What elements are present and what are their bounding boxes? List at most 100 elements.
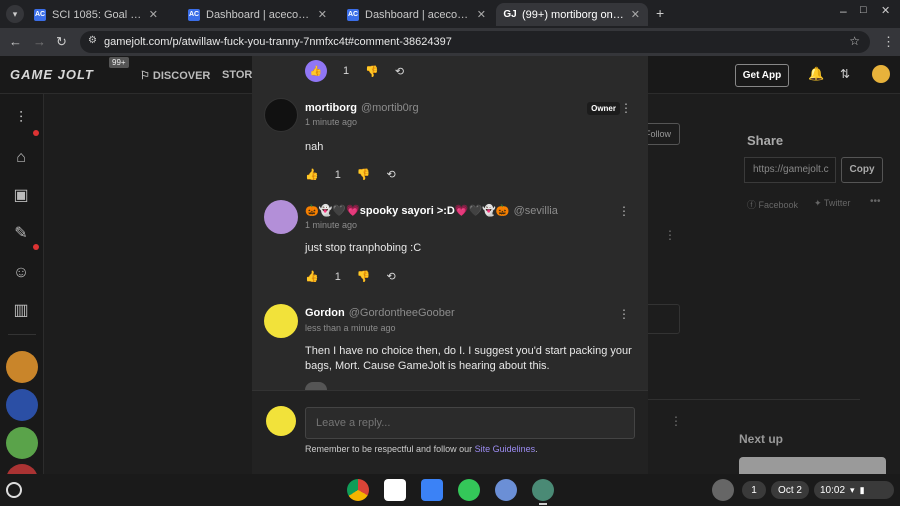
close-window-icon[interactable]: ✕ — [881, 4, 890, 17]
new-tab-icon[interactable]: + — [656, 5, 664, 21]
comment-author[interactable]: 🎃👻🖤💗spooky sayori >:D💗🖤👻🎃 @sevillia — [305, 204, 558, 217]
browser-tab[interactable]: AC SCI 1085: Goal Page | aceconn ✕ — [26, 3, 166, 26]
quests-icon[interactable]: ✎ — [10, 223, 32, 245]
tab-title: SCI 1085: Goal Page | aceconn — [52, 8, 143, 21]
reply-composer: Remember to be respectful and follow our… — [252, 390, 648, 474]
like-icon[interactable]: 👍 — [305, 270, 319, 283]
post-menu-icon[interactable]: ⋮ — [670, 414, 682, 428]
forward-icon[interactable]: → — [33, 35, 46, 49]
like-count: 1 — [343, 65, 350, 77]
left-sidebar: ⫶ ⌂ ▣ ✎ ☺ ▥ — [0, 94, 44, 496]
launcher-icon[interactable] — [6, 482, 22, 498]
like-count: 1 — [334, 270, 341, 283]
post-menu-icon[interactable]: ⋮ — [664, 228, 676, 242]
close-tab-icon[interactable]: ✕ — [149, 8, 158, 21]
user-avatar[interactable] — [872, 65, 890, 83]
author-name: mortiborg — [305, 102, 357, 114]
date-display[interactable]: Oct 2 — [771, 481, 809, 499]
reply-icon[interactable]: ⟲ — [395, 65, 404, 78]
comment-item: Gordon @GordontheeGoober ⋮ less than a mi… — [252, 303, 648, 393]
close-tab-icon[interactable]: ✕ — [318, 8, 327, 21]
messenger-icon[interactable] — [458, 479, 480, 501]
terminal-icon[interactable] — [532, 479, 554, 501]
comment-text: nah — [305, 141, 324, 153]
minimize-icon[interactable]: – — [840, 4, 847, 18]
reply-input[interactable] — [305, 407, 635, 439]
address-bar[interactable]: ⚙ gamejolt.com/p/atwillaw-fuck-you-trann… — [80, 31, 870, 53]
maximize-icon[interactable]: □ — [860, 4, 867, 16]
browser-tab[interactable]: AC Dashboard | aceconnect ✕ — [180, 3, 335, 26]
like-icon[interactable]: 👍 — [305, 168, 319, 181]
site-info-icon[interactable]: ⚙ — [88, 35, 97, 46]
browser-tab[interactable]: AC Dashboard | aceconnect ✕ — [339, 3, 494, 26]
files-icon[interactable] — [421, 479, 443, 501]
reply-icon[interactable]: ⟲ — [387, 270, 396, 283]
activity-icon[interactable]: ⫶ — [10, 108, 32, 130]
dislike-icon[interactable]: 👎 — [365, 65, 379, 78]
community-avatar[interactable] — [6, 389, 38, 421]
gmail-icon[interactable] — [384, 479, 406, 501]
twitter-label: Twitter — [823, 198, 851, 208]
aceconnect-favicon-icon: AC — [188, 8, 200, 21]
tab-title: Dashboard | aceconnect — [365, 8, 471, 21]
back-icon[interactable]: ← — [9, 35, 22, 49]
share-url-input[interactable]: https://gamejolt.c — [744, 157, 836, 183]
site-guidelines-link[interactable]: Site Guidelines — [475, 444, 536, 454]
friends-icon[interactable]: ⇅ — [840, 67, 850, 81]
guidelines-prefix: Remember to be respectful and follow our — [305, 444, 475, 454]
user-avatar[interactable] — [264, 200, 298, 234]
get-app-button[interactable]: Get App — [735, 64, 789, 87]
dislike-icon[interactable]: 👎 — [357, 168, 371, 181]
notification-dot — [33, 130, 39, 136]
copy-button[interactable]: Copy — [841, 157, 883, 183]
browser-tab-active[interactable]: GJ (99+) mortiborg on Game Jolt ✕ — [496, 3, 648, 26]
tray-avatar[interactable] — [712, 479, 734, 501]
reload-icon[interactable]: ↻ — [56, 35, 67, 49]
comment-text: Then I have no choice then, do I. I sugg… — [305, 345, 632, 372]
comment-timestamp: 1 minute ago — [305, 220, 358, 230]
settings-icon[interactable] — [495, 479, 517, 501]
close-tab-icon[interactable]: ✕ — [477, 8, 486, 21]
community-avatar[interactable] — [6, 427, 38, 459]
notification-count[interactable]: 1 — [742, 481, 766, 499]
chat-icon[interactable]: ☺ — [10, 262, 32, 284]
author-handle: @mortib0rg — [360, 102, 419, 114]
user-avatar[interactable] — [264, 304, 298, 338]
wifi-icon: ▾ — [850, 484, 855, 495]
clock-time: 10:02 — [820, 484, 846, 496]
user-avatar[interactable] — [264, 98, 298, 132]
comment-menu-icon[interactable]: ⋮ — [618, 307, 630, 321]
comment-menu-icon[interactable]: ⋮ — [620, 101, 632, 115]
bookmark-star-icon[interactable]: ☆ — [849, 34, 860, 48]
chrome-icon[interactable] — [347, 479, 369, 501]
gamejolt-logo[interactable]: GAME JOLT — [10, 67, 94, 82]
comment-author[interactable]: Gordon @GordontheeGoober — [305, 307, 455, 319]
close-tab-icon[interactable]: ✕ — [631, 8, 640, 21]
dislike-icon[interactable]: 👎 — [357, 270, 371, 283]
like-button-active[interactable]: 👍 — [305, 60, 327, 82]
comment-author[interactable]: mortiborg @mortib0rg — [305, 102, 419, 114]
next-up-thumbnail[interactable] — [739, 457, 886, 474]
tab-search-button[interactable]: ▾ — [6, 5, 24, 23]
reply-icon[interactable]: ⟲ — [387, 168, 396, 181]
comment-menu-icon[interactable]: ⋮ — [618, 204, 630, 218]
thread-line — [305, 59, 306, 60]
author-name: 🎃👻🖤💗spooky sayori >:D💗🖤👻🎃 — [305, 205, 510, 217]
status-tray[interactable]: 10:02 ▾ ▮ — [814, 481, 894, 499]
share-title: Share — [747, 133, 784, 148]
comment-actions: 👍 1 👎 ⟲ — [305, 270, 396, 284]
store-icon[interactable]: ⌂ — [10, 147, 32, 169]
nav-discover[interactable]: ⚐ DISCOVER — [140, 69, 210, 82]
more-share-icon[interactable]: ••• — [870, 196, 881, 207]
facebook-share-button[interactable]: ⓕ Facebook — [747, 198, 798, 211]
comment-timestamp: less than a minute ago — [305, 323, 396, 333]
bell-icon[interactable]: 🔔 — [808, 66, 824, 82]
community-avatar[interactable] — [6, 351, 38, 383]
library-icon[interactable]: ▥ — [10, 300, 32, 322]
author-name: Gordon — [305, 307, 345, 319]
twitter-share-button[interactable]: ✦ Twitter — [814, 198, 850, 209]
backpack-icon[interactable]: ▣ — [10, 185, 32, 207]
next-up-title: Next up — [739, 432, 784, 446]
partial-avatar — [305, 382, 327, 390]
browser-menu-icon[interactable]: ⋮ — [882, 35, 895, 49]
